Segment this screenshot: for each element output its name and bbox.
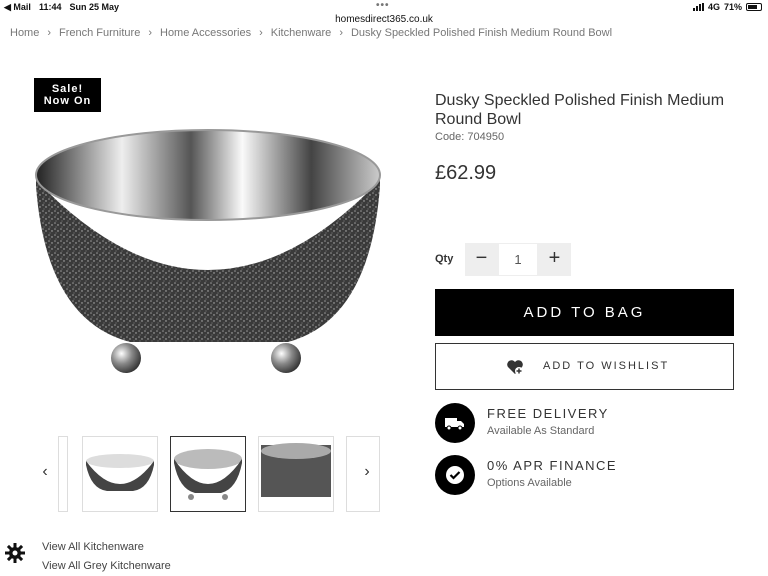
- sale-badge-line1: Sale!: [51, 83, 84, 95]
- feature-subtitle: Available As Standard: [487, 425, 595, 437]
- product-price: £62.99: [435, 162, 497, 184]
- add-to-wishlist-button[interactable]: ADD TO WISHLIST: [435, 343, 734, 390]
- truck-icon: [435, 403, 475, 443]
- status-bar: ◀ Mail 11:44 Sun 25 May ••• 4G 71%: [0, 0, 768, 14]
- battery-icon: [746, 3, 762, 11]
- sale-badge-line2: Now On: [43, 95, 92, 107]
- breadcrumb-separator: ›: [259, 27, 263, 39]
- thumbnail-3[interactable]: [258, 436, 334, 512]
- breadcrumb-separator: ›: [47, 27, 52, 39]
- quantity-decrease-button[interactable]: −: [465, 243, 498, 276]
- thumbnail-carousel: ‹ ›: [30, 436, 390, 512]
- feature-subtitle: Options Available: [487, 477, 572, 489]
- chevron-right-icon[interactable]: ›: [360, 462, 374, 482]
- add-to-bag-button[interactable]: ADD TO BAG: [435, 289, 734, 336]
- battery-percent: 71%: [723, 2, 742, 12]
- heart-plus-icon: [507, 360, 523, 375]
- url-text: homesdirect365.co.uk: [335, 14, 433, 25]
- quantity-increase-button[interactable]: +: [538, 243, 571, 276]
- sale-badge: Sale! Now On: [34, 78, 101, 112]
- status-time: 11:44: [38, 2, 62, 12]
- chevron-left-icon[interactable]: ‹: [38, 462, 52, 482]
- breadcrumb-french-furniture[interactable]: French Furniture: [59, 27, 140, 39]
- status-date: Sun 25 May: [69, 2, 119, 12]
- breadcrumb-home-accessories[interactable]: Home Accessories: [160, 27, 251, 39]
- link-view-all-kitchenware[interactable]: View All Kitchenware: [34, 538, 171, 557]
- breadcrumb-current: Dusky Speckled Polished Finish Medium Ro…: [350, 27, 613, 39]
- checkmark-icon: [435, 455, 475, 495]
- url-bar[interactable]: homesdirect365.co.uk: [0, 14, 768, 28]
- link-view-all-grey-kitchenware[interactable]: View All Grey Kitchenware: [34, 557, 171, 576]
- thumbnail-1[interactable]: [82, 436, 158, 512]
- quantity-label: Qty: [435, 253, 454, 265]
- product-main-image[interactable]: [30, 120, 386, 380]
- thumbnail-2[interactable]: [170, 436, 246, 512]
- breadcrumb: Home › French Furniture › Home Accessories › K…: [10, 27, 612, 39]
- product-code: Code: 704950: [435, 131, 505, 143]
- back-to-mail-link[interactable]: ◀ Mail: [4, 2, 31, 13]
- breadcrumb-kitchenware[interactable]: Kitchenware: [271, 27, 332, 39]
- related-links: View All Kitchenware View All Grey Kitch…: [34, 538, 171, 576]
- feature-title: FREE DELIVERY: [487, 406, 609, 421]
- feature-apr-finance: 0% APR FINANCE Options Available: [435, 455, 735, 495]
- signal-icon: [692, 3, 704, 11]
- feature-title: 0% APR FINANCE: [487, 458, 618, 473]
- thumbnail-partial-left[interactable]: [58, 436, 68, 512]
- product-title: Dusky Speckled Polished Finish Medium Ro…: [435, 92, 725, 128]
- breadcrumb-home[interactable]: Home: [10, 27, 39, 39]
- feature-free-delivery: FREE DELIVERY Available As Standard: [435, 403, 735, 443]
- quantity-input[interactable]: [498, 243, 538, 276]
- breadcrumb-separator: ›: [339, 27, 343, 39]
- network-type: 4G: [707, 2, 720, 12]
- gear-icon[interactable]: [4, 542, 26, 564]
- multitasking-dots[interactable]: •••: [376, 0, 390, 11]
- wishlist-label: ADD TO WISHLIST: [543, 360, 670, 372]
- breadcrumb-separator: ›: [148, 27, 152, 39]
